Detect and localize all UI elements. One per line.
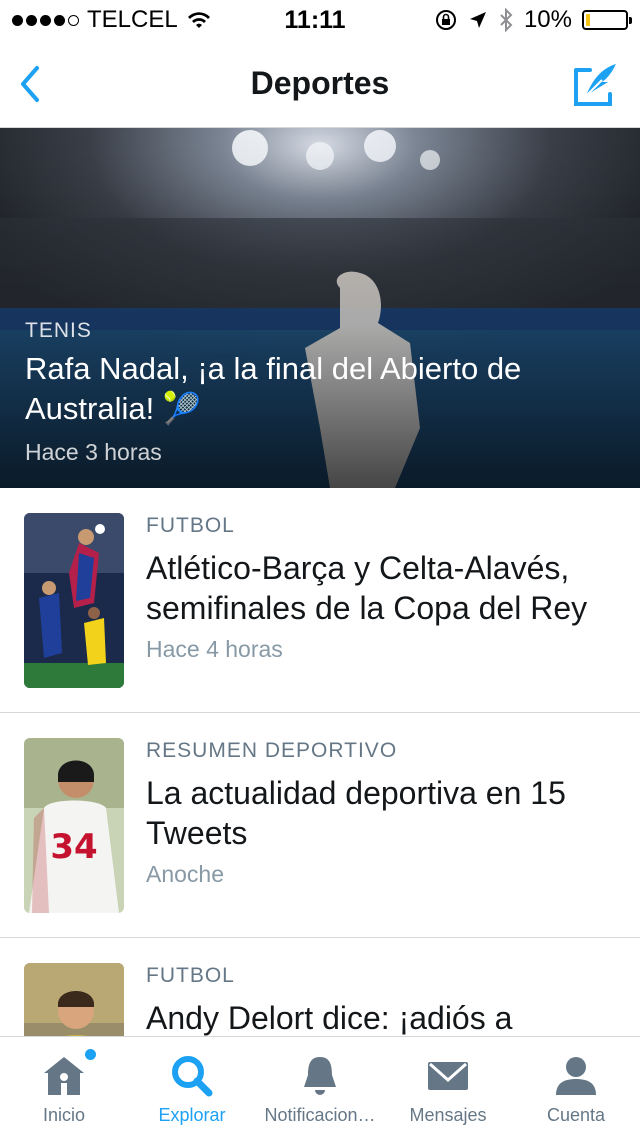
hero-category: TENIS bbox=[25, 319, 92, 342]
navigation-bar: Deportes bbox=[0, 40, 640, 128]
location-arrow-icon bbox=[469, 12, 486, 28]
story-category: FUTBOL bbox=[146, 514, 235, 537]
story-text: RESUMEN DEPORTIVO La actualidad deportiv… bbox=[146, 739, 610, 888]
story-text: FUTBOL Andy Delort dice: ¡adiós a bbox=[146, 964, 610, 1038]
story-title: Andy Delort dice: ¡adiós a bbox=[146, 1000, 513, 1036]
rotation-lock-icon bbox=[435, 10, 456, 30]
back-button[interactable] bbox=[10, 62, 50, 106]
compose-button[interactable] bbox=[572, 60, 622, 108]
status-time: 11:11 bbox=[284, 5, 346, 34]
compose-feather-icon bbox=[574, 64, 616, 106]
tab-bar: Inicio Explorar Notificacion… Mensajes C… bbox=[0, 1036, 640, 1136]
battery-percent: 10% bbox=[523, 6, 572, 33]
status-right: 10% bbox=[388, 6, 632, 34]
carrier-label: TELCEL bbox=[87, 6, 178, 33]
tab-notificaciones[interactable]: Notificacion… bbox=[256, 1037, 384, 1136]
tab-inicio[interactable]: Inicio bbox=[0, 1037, 128, 1136]
chevron-left-icon bbox=[21, 66, 39, 102]
battery-icon bbox=[582, 10, 632, 30]
story-item[interactable]: 34 RESUMEN DEPORTIVO La actualidad depor… bbox=[0, 713, 640, 938]
tab-cuenta[interactable]: Cuenta bbox=[512, 1037, 640, 1136]
notification-dot bbox=[85, 1049, 96, 1060]
hero-time: Hace 3 horas bbox=[25, 439, 162, 465]
story-item[interactable]: FUTBOL Atlético-Barça y Celta-Alavés, se… bbox=[0, 488, 640, 713]
person-icon bbox=[556, 1057, 596, 1095]
page-title: Deportes bbox=[250, 65, 390, 101]
story-time: Hace 4 horas bbox=[146, 636, 283, 662]
story-title: La actualidad deportiva en 15 Tweets bbox=[146, 775, 566, 851]
envelope-icon bbox=[428, 1062, 468, 1090]
tab-label: Notificacion… bbox=[264, 1105, 376, 1125]
status-bar: TELCEL 11:11 10% bbox=[0, 0, 640, 40]
search-icon bbox=[172, 1056, 213, 1097]
tab-label: Explorar bbox=[158, 1105, 226, 1125]
bluetooth-icon bbox=[500, 8, 513, 32]
tab-label: Cuenta bbox=[546, 1105, 606, 1125]
signal-strength-icon bbox=[12, 14, 79, 26]
tab-mensajes[interactable]: Mensajes bbox=[384, 1037, 512, 1136]
svg-text:34: 34 bbox=[50, 827, 97, 867]
tab-label: Mensajes bbox=[409, 1105, 487, 1125]
home-icon bbox=[44, 1057, 84, 1095]
bell-icon bbox=[304, 1057, 336, 1095]
story-thumbnail: 34 bbox=[24, 738, 124, 913]
hero-text: TENIS Rafa Nadal, ¡a la final del Abiert… bbox=[25, 319, 600, 466]
hero-story-card[interactable]: TENIS Rafa Nadal, ¡a la final del Abiert… bbox=[0, 128, 640, 488]
story-title: Atlético-Barça y Celta-Alavés, semifinal… bbox=[146, 550, 588, 626]
tab-explorar[interactable]: Explorar bbox=[128, 1037, 256, 1136]
story-text: FUTBOL Atlético-Barça y Celta-Alavés, se… bbox=[146, 514, 610, 663]
hero-title: Rafa Nadal, ¡a la final del Abierto de A… bbox=[25, 351, 522, 426]
story-category: FUTBOL bbox=[146, 964, 235, 987]
story-time: Anoche bbox=[146, 861, 225, 887]
status-left: TELCEL bbox=[12, 6, 252, 34]
wifi-icon bbox=[187, 12, 210, 28]
story-category: RESUMEN DEPORTIVO bbox=[146, 739, 398, 762]
story-thumbnail bbox=[24, 513, 124, 688]
tab-label: Inicio bbox=[42, 1105, 86, 1125]
